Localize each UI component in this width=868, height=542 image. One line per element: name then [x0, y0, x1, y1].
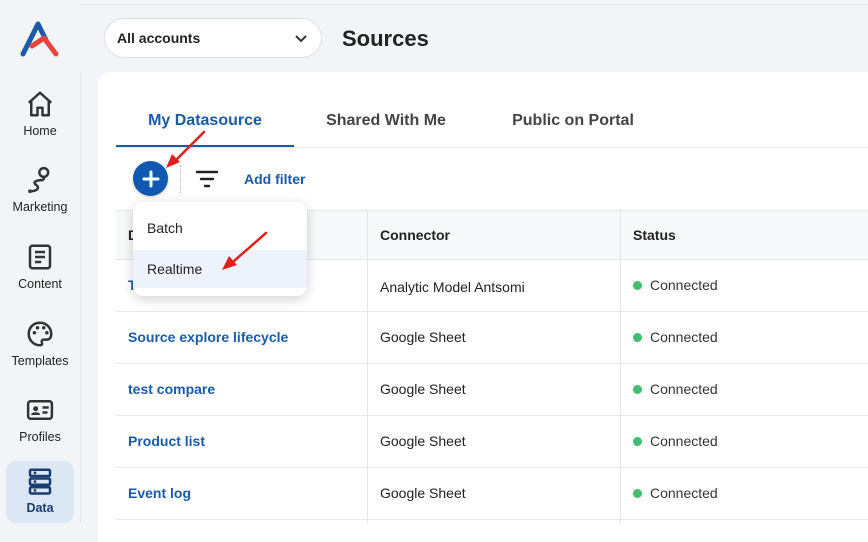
status-dot — [633, 384, 642, 394]
filter-icon[interactable] — [195, 168, 219, 190]
add-source-menu: Batch Realtime — [133, 202, 307, 296]
status-label: Connected — [650, 277, 718, 293]
sidebar-item-templates[interactable]: Templates — [6, 314, 74, 378]
account-select-value: All accounts — [117, 30, 201, 46]
status-label: Connected — [650, 329, 718, 345]
sidebar-item-home[interactable]: Home — [6, 84, 74, 148]
topbar-divider — [80, 4, 868, 5]
column-header-status[interactable]: Status — [621, 211, 868, 259]
home-icon — [24, 88, 56, 120]
sidebar-item-marketing[interactable]: Marketing — [6, 160, 74, 224]
row-name[interactable]: Product list — [116, 415, 368, 467]
sidebar-item-content[interactable]: Content — [6, 237, 74, 301]
page-title: Sources — [342, 26, 429, 51]
row-name[interactable]: Source explore lifecycle — [116, 311, 368, 363]
id-card-icon — [24, 394, 56, 426]
table-row[interactable]: Product list Google Sheet Connected — [116, 415, 868, 468]
sidebar-item-label: Templates — [11, 354, 69, 368]
table-row[interactable]: Event log Google Sheet Connected — [116, 467, 868, 520]
row-status: Connected — [621, 415, 868, 467]
tab-public-on-portal[interactable]: Public on Portal — [491, 96, 655, 146]
toolbar-divider — [180, 165, 181, 193]
sidebar-item-label: Content — [18, 277, 62, 291]
row-connector: Google Sheet — [380, 433, 466, 449]
status-dot — [633, 436, 642, 446]
account-select[interactable]: All accounts — [104, 18, 322, 58]
tab-my-datasource[interactable]: My Datasource — [116, 96, 294, 147]
sidebar-item-label: Profiles — [19, 430, 61, 444]
database-icon — [24, 465, 56, 497]
row-name[interactable]: Event log — [116, 467, 368, 519]
app-logo[interactable] — [20, 20, 60, 58]
sidebar: Home Marketing Content Templates Profile… — [0, 0, 81, 523]
chevron-down-icon — [295, 35, 307, 43]
menu-item-batch[interactable]: Batch — [133, 209, 307, 247]
document-icon — [24, 241, 56, 273]
row-connector: Google Sheet — [380, 381, 466, 397]
add-source-button[interactable] — [133, 161, 168, 196]
menu-item-realtime[interactable]: Realtime — [133, 250, 307, 288]
status-label: Connected — [650, 381, 718, 397]
row-status: Connected — [621, 363, 868, 415]
status-dot — [633, 488, 642, 498]
row-connector: Google Sheet — [380, 329, 466, 345]
tab-bar: My Datasource Shared With Me Public on P… — [116, 96, 868, 148]
route-icon — [24, 164, 56, 196]
palette-icon — [24, 318, 56, 350]
sidebar-item-label: Data — [26, 501, 54, 515]
row-status: Connected — [621, 259, 868, 311]
status-dot — [633, 332, 642, 342]
tab-shared-with-me[interactable]: Shared With Me — [306, 96, 466, 146]
row-connector: Analytic Model Antsomi — [380, 279, 525, 295]
row-status: Connected — [621, 467, 868, 519]
column-header-connector[interactable]: Connector — [368, 211, 620, 259]
row-connector: Google Sheet — [380, 485, 466, 501]
sidebar-item-label: Home — [23, 124, 57, 138]
sidebar-item-profiles[interactable]: Profiles — [6, 390, 74, 454]
add-filter-link[interactable]: Add filter — [244, 171, 305, 187]
status-dot — [633, 280, 642, 290]
row-name[interactable]: test compare — [116, 363, 368, 415]
sidebar-item-label: Marketing — [12, 200, 68, 214]
status-label: Connected — [650, 485, 718, 501]
row-status: Connected — [621, 311, 868, 363]
status-label: Connected — [650, 433, 718, 449]
table-row[interactable]: Source explore lifecycle Google Sheet Co… — [116, 311, 868, 364]
plus-icon — [142, 170, 159, 187]
sidebar-item-data[interactable]: Data — [6, 461, 74, 523]
table-row[interactable]: test compare Google Sheet Connected — [116, 363, 868, 416]
